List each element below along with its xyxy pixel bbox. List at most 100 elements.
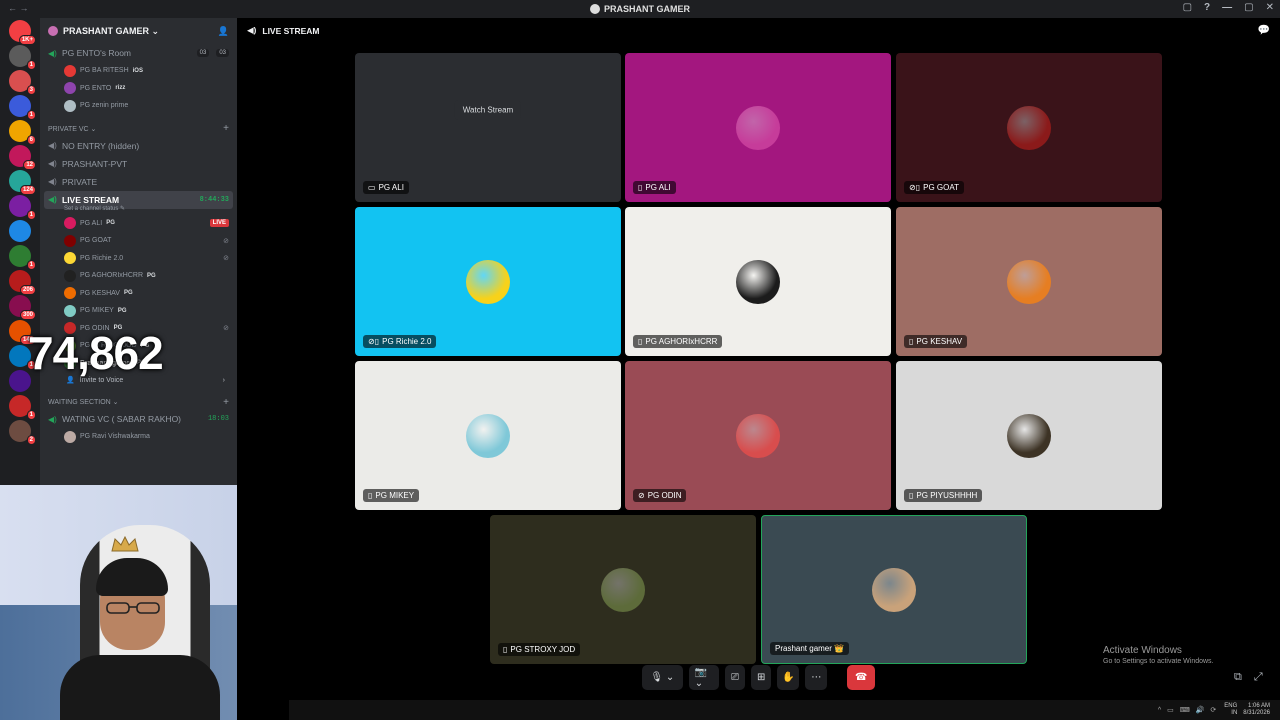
participant-avatar	[736, 105, 780, 150]
category-private-vc[interactable]: PRIVATE VC ⌄ +	[40, 121, 237, 137]
participant-label: ▯ PG STROXY JOD	[498, 643, 581, 656]
participant-name: PG ALI	[378, 183, 404, 192]
voice-user[interactable]: PG GOAT ⊘	[40, 232, 237, 250]
server-icon[interactable]: 1	[9, 395, 36, 420]
add-user-icon[interactable]: 👤	[218, 26, 229, 37]
chat-icon[interactable]: 💬	[1258, 25, 1270, 36]
mention-badge: 6	[26, 135, 36, 145]
inbox-icon[interactable]: ▢	[1183, 2, 1192, 13]
participant-tile[interactable]: ⊘▯ PG GOAT	[896, 53, 1162, 202]
close-button[interactable]: ✕	[1266, 2, 1274, 13]
clock-date: 8/31/2026	[1243, 710, 1270, 716]
server-icon[interactable]: 1	[9, 245, 36, 270]
lang-bottom: IN	[1231, 710, 1238, 716]
server-icon[interactable]: 124	[9, 170, 36, 195]
more-options-button[interactable]: ⋯	[805, 665, 828, 690]
voice-user[interactable]: PG Ravi Vishwakarma	[40, 428, 237, 446]
minimize-button[interactable]: —	[1222, 2, 1232, 13]
clock-time: 1:06 AM	[1247, 703, 1270, 709]
channel-status[interactable]: Set a channel status ✎	[40, 205, 237, 215]
server-icon[interactable]: 2	[9, 420, 36, 445]
server-icon[interactable]: 206	[9, 270, 36, 295]
mic-button[interactable]: 🎙 ⌄	[642, 665, 683, 690]
server-icon[interactable]: 6	[9, 120, 36, 145]
user-tag: PG	[106, 220, 115, 227]
windows-taskbar: ^ ▭ ⌨ 🔊 ⟳ ENG IN 1:06 AM 8/31/2026	[289, 700, 1280, 720]
category-waiting[interactable]: WAITING SECTION ⌄ +	[40, 394, 237, 410]
avatar	[64, 82, 76, 95]
channel-name: NO ENTRY (hidden)	[62, 140, 140, 151]
mention-badge: 3	[26, 85, 36, 95]
server-icon[interactable]	[9, 220, 31, 242]
activities-button[interactable]: ⊞	[750, 665, 772, 690]
participant-tile[interactable]: ▯ PG MIKEY	[355, 361, 621, 510]
voice-user[interactable]: PG Richie 2.0 ⊘	[40, 250, 237, 268]
voice-channel-room1[interactable]: ◀) PG ENTO's Room 03 03	[40, 44, 237, 62]
voice-channel[interactable]: ◀) PRIVATE	[40, 173, 237, 191]
mention-badge: 1	[26, 60, 36, 70]
language-indicator[interactable]: ENG IN	[1224, 703, 1237, 717]
voice-user[interactable]: PG KESHAV PG	[40, 285, 237, 303]
server-icon[interactable]: 1	[9, 95, 36, 120]
voice-user[interactable]: PG ALI PG LIVE	[40, 215, 237, 233]
call-channel-name: LIVE STREAM	[262, 25, 320, 36]
phone-icon: ▯	[909, 337, 914, 346]
voice-channel[interactable]: ◀) PRASHANT-PVT	[40, 155, 237, 173]
camera-button[interactable]: 📷 ⌄	[688, 665, 719, 690]
add-channel-icon[interactable]: +	[223, 397, 229, 408]
voice-user[interactable]: PG ENTO rizz	[40, 80, 237, 98]
server-icon[interactable]: 1K+	[9, 20, 36, 45]
category-label: PRIVATE VC ⌄	[48, 125, 97, 133]
voice-channel-waiting[interactable]: ◀) WATING VC ( SABAR RAKHO) 18:03	[40, 410, 237, 428]
screen-share-button[interactable]: ⎚	[724, 665, 745, 690]
server-icon[interactable]: 12	[9, 145, 36, 170]
participant-tile[interactable]: Watch Stream ▭ PG ALI	[355, 53, 621, 202]
disconnect-button[interactable]: ☎	[847, 665, 876, 690]
nav-arrows[interactable]: ← →	[8, 3, 29, 13]
avatar	[64, 217, 76, 230]
voice-user[interactable]: PG AGHORIxHCRR PG	[40, 267, 237, 285]
speaker-icon: ◀)	[48, 414, 57, 424]
server-icon[interactable]: 300	[9, 295, 36, 320]
server-icon[interactable]: 1	[9, 195, 36, 220]
user-name: PG AGHORIxHCRR	[80, 272, 144, 280]
guild-icon	[48, 26, 58, 36]
voice-user[interactable]: PG MIKEY PG	[40, 302, 237, 320]
participant-avatar	[736, 259, 780, 304]
server-icon[interactable]: 1	[9, 45, 36, 70]
participant-tile[interactable]: ⊘▯ PG Richie 2.0	[355, 207, 621, 356]
participant-tile[interactable]: ▯ PG STROXY JOD	[490, 515, 756, 664]
participant-tile[interactable]: ▯ PG PIYUSHHHH	[896, 361, 1162, 510]
participant-tile[interactable]: ▯ PG KESHAV	[896, 207, 1162, 356]
mention-badge: 206	[19, 285, 36, 295]
help-icon[interactable]: ?	[1204, 2, 1210, 13]
server-icon[interactable]: 3	[9, 70, 36, 95]
category-label: WAITING SECTION ⌄	[48, 399, 119, 406]
speaker-icon: ◀)	[48, 159, 57, 168]
participant-name: PG ODIN	[647, 491, 682, 500]
system-tray[interactable]: ^ ▭ ⌨ 🔊 ⟳	[1158, 706, 1218, 714]
participant-name: PG ALI	[645, 183, 671, 192]
soundboard-button[interactable]: ✋	[777, 665, 800, 690]
activate-subtitle: Go to Settings to activate Windows.	[1103, 658, 1214, 665]
maximize-button[interactable]: ▢	[1244, 2, 1253, 13]
mention-badge: 1	[26, 210, 36, 220]
voice-user[interactable]: PG zenin prime	[40, 97, 237, 115]
voice-channel[interactable]: ◀) NO ENTRY (hidden)	[40, 137, 237, 155]
add-channel-icon[interactable]: +	[223, 123, 229, 134]
live-badge: LIVE	[209, 219, 229, 228]
participant-tile[interactable]: Prashant gamer 👑	[761, 515, 1027, 664]
fullscreen-icon[interactable]: ⤢	[1254, 671, 1263, 684]
speaker-icon: ◀)	[48, 141, 57, 150]
channel-name: PG ENTO's Room	[62, 48, 132, 58]
participant-tile[interactable]: ▯ PG AGHORIxHCRR	[625, 207, 891, 356]
avatar	[64, 64, 76, 77]
watch-stream-button[interactable]: Watch Stream	[454, 100, 522, 119]
popout-icon[interactable]: ⧉	[1234, 671, 1242, 684]
mention-badge: 12	[23, 160, 36, 170]
participant-tile[interactable]: ⊘ PG ODIN	[625, 361, 891, 510]
voice-user[interactable]: PG BA RITESH iOS	[40, 62, 237, 80]
clock[interactable]: 1:06 AM 8/31/2026	[1243, 703, 1270, 717]
guild-header[interactable]: PRASHANT GAMER ⌄ 👤	[40, 18, 237, 44]
participant-tile[interactable]: ▯ PG ALI	[625, 53, 891, 202]
